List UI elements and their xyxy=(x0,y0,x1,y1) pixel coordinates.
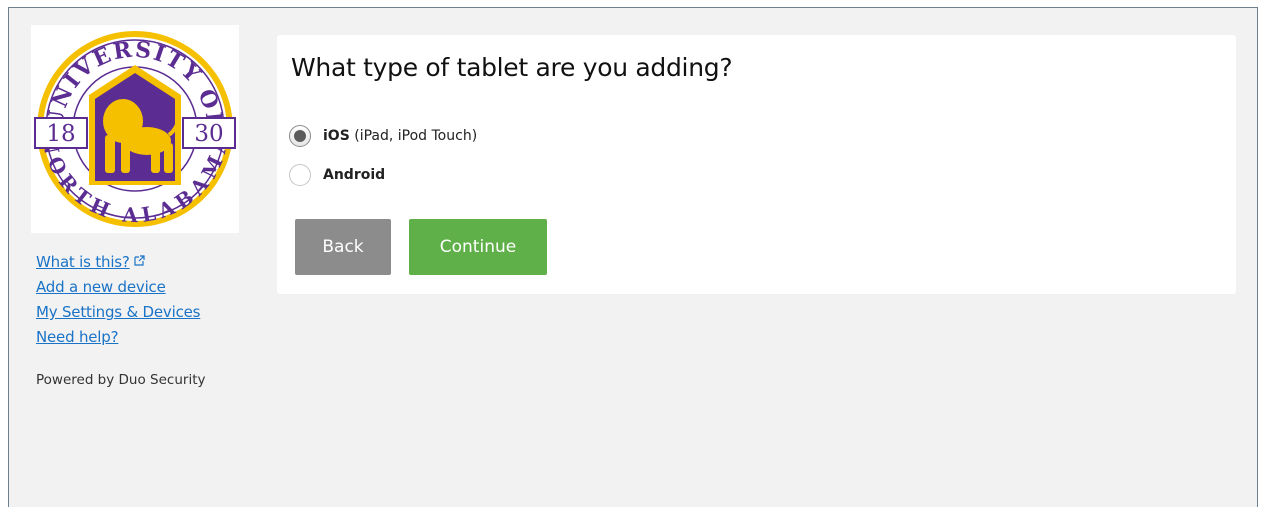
external-link-icon xyxy=(134,249,145,274)
prompt-frame: UNIVERSITY OF NORTH ALABAMA 18 30 xyxy=(8,7,1258,507)
radio-android[interactable] xyxy=(289,164,311,186)
sidebar-links: What is this? Add a new device My Settin… xyxy=(31,249,246,350)
what-is-this-link[interactable]: What is this? xyxy=(36,249,246,275)
university-logo: UNIVERSITY OF NORTH ALABAMA 18 30 xyxy=(31,25,239,233)
sidebar: UNIVERSITY OF NORTH ALABAMA 18 30 xyxy=(31,25,246,388)
option-ios[interactable]: iOS (iPad, iPod Touch) xyxy=(289,123,477,149)
option-android[interactable]: Android xyxy=(289,162,385,188)
continue-button[interactable]: Continue xyxy=(409,219,547,275)
page-title: What type of tablet are you adding? xyxy=(291,53,733,82)
radio-ios[interactable] xyxy=(289,125,311,147)
tablet-type-panel: What type of tablet are you adding? iOS … xyxy=(277,35,1236,294)
my-settings-devices-link[interactable]: My Settings & Devices xyxy=(36,300,246,325)
add-new-device-link[interactable]: Add a new device xyxy=(36,275,246,300)
option-ios-label: iOS (iPad, iPod Touch) xyxy=(323,128,478,144)
university-seal: UNIVERSITY OF NORTH ALABAMA 18 30 xyxy=(34,31,236,227)
option-android-label: Android xyxy=(323,167,386,183)
back-button[interactable]: Back xyxy=(295,219,391,275)
seal-year-left: 18 xyxy=(46,121,75,147)
seal-year-right: 30 xyxy=(194,121,223,147)
powered-by-text: Powered by Duo Security xyxy=(36,372,206,388)
need-help-link[interactable]: Need help? xyxy=(36,325,246,350)
